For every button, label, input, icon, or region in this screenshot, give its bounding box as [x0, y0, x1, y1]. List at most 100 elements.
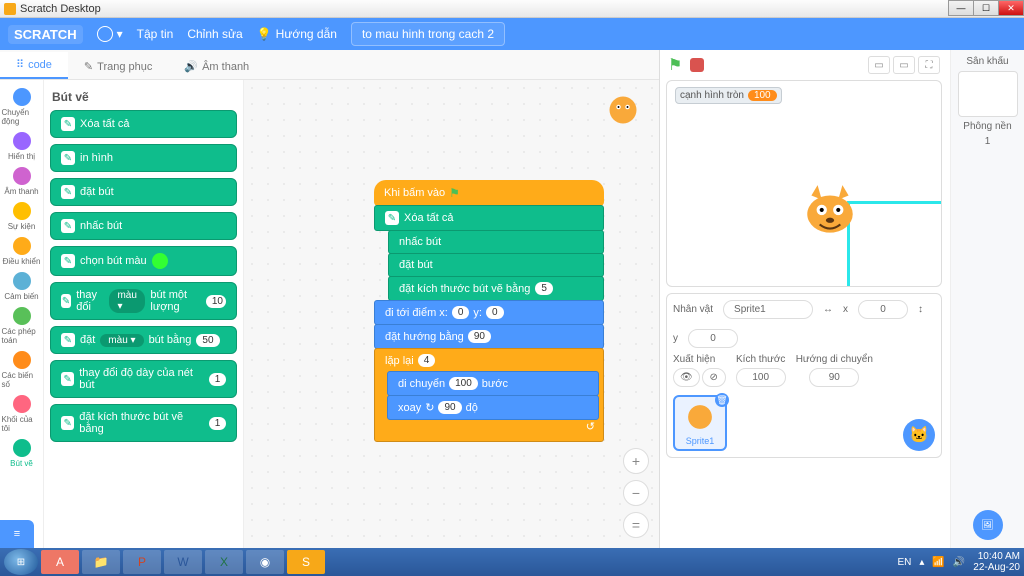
delete-sprite-button[interactable]: 🗑 [715, 393, 729, 407]
taskbar-app[interactable]: A [41, 550, 79, 574]
tab-code[interactable]: ⠿code [0, 52, 68, 79]
category-Âm thanh[interactable]: Âm thanh [2, 165, 42, 198]
stop-button[interactable] [690, 58, 704, 72]
block-change-pen-color[interactable]: thay đổimàu ▾bút một lượng10 [50, 282, 237, 320]
steps-input[interactable]: 100 [449, 377, 478, 390]
direction-label: Hướng di chuyển [796, 354, 873, 365]
zoom-in-button[interactable]: + [623, 448, 649, 474]
script-goto-xy[interactable]: đi tới điểm x:0y:0 [374, 300, 604, 325]
block-set-pen-param[interactable]: đặtmàu ▾bút bằng50 [50, 326, 237, 354]
tab-sounds[interactable]: 🔊Âm thanh [168, 54, 265, 79]
tray-flag-icon[interactable]: ▴ [919, 557, 924, 568]
backdrops-label: Phông nền [963, 121, 1011, 132]
sprite-direction-field[interactable]: 90 [809, 368, 859, 387]
category-Chuyển động[interactable]: Chuyển động [2, 86, 42, 128]
file-menu[interactable]: Tập tin [137, 27, 174, 41]
script-repeat[interactable]: lặp lại4 di chuyển100bước xoay↻90độ ↺ [374, 348, 604, 442]
sprite-thumbnail[interactable]: 🗑 Sprite1 [673, 395, 727, 451]
taskbar-chrome[interactable]: ◉ [246, 550, 284, 574]
small-stage-button[interactable]: ▭ [868, 56, 890, 74]
fullscreen-button[interactable]: ⛶ [918, 56, 940, 74]
script-pen-down[interactable]: đặt bút [388, 253, 604, 277]
taskbar-powerpoint[interactable]: P [123, 550, 161, 574]
sprite-name-field[interactable]: Sprite1 [723, 300, 813, 319]
category-Sự kiện[interactable]: Sự kiện [2, 200, 42, 233]
block-stamp[interactable]: in hình [50, 144, 237, 172]
taskbar-scratch[interactable]: S [287, 550, 325, 574]
degrees-input[interactable]: 90 [438, 401, 461, 414]
block-set-pen-color[interactable]: chọn bút màu [50, 246, 237, 276]
close-button[interactable]: ✕ [998, 0, 1024, 16]
block-pen-up[interactable]: nhấc bút [50, 212, 237, 240]
script-canvas[interactable]: Khi bấm vào⚑ Xóa tất cả nhấc bút đặt bút… [244, 80, 659, 548]
category-Các biến số[interactable]: Các biến số [2, 349, 42, 391]
minimize-button[interactable]: — [948, 0, 974, 16]
color-swatch[interactable] [152, 253, 168, 269]
add-backdrop-button[interactable]: 🖼 [973, 510, 1003, 540]
direction-input[interactable]: 90 [468, 330, 491, 343]
block-categories: Chuyển độngHiển thịÂm thanhSự kiệnĐiều k… [0, 80, 44, 548]
category-Khối của tôi[interactable]: Khối của tôi [2, 393, 42, 435]
script-erase-all[interactable]: Xóa tất cả [374, 205, 604, 231]
x-input[interactable]: 0 [452, 306, 470, 319]
category-dot [13, 439, 31, 457]
tray-network-icon[interactable]: 📶 [932, 557, 944, 568]
category-Hiển thị[interactable]: Hiển thị [2, 130, 42, 163]
language-menu[interactable]: ▾ [97, 26, 123, 42]
project-name-field[interactable]: to mau hinh trong cach 2 [351, 22, 505, 46]
color-dropdown[interactable]: màu ▾ [109, 289, 145, 313]
taskbar-explorer[interactable]: 📁 [82, 550, 120, 574]
color-dropdown[interactable]: màu ▾ [100, 334, 143, 347]
value-input[interactable]: 1 [209, 417, 226, 430]
value-input[interactable]: 50 [196, 334, 219, 347]
system-clock[interactable]: 10:40 AM 22-Aug-20 [973, 551, 1020, 573]
large-stage-button[interactable]: ▭ [893, 56, 915, 74]
block-pen-down[interactable]: đặt bút [50, 178, 237, 206]
backdrop-thumbnail[interactable] [958, 71, 1018, 117]
zoom-out-button[interactable]: − [623, 480, 649, 506]
category-Các phép toán[interactable]: Các phép toán [2, 305, 42, 347]
tutorials-menu[interactable]: 💡 Hướng dẫn [257, 27, 337, 41]
hide-button[interactable]: ⊘ [702, 368, 726, 387]
sprite-cat[interactable] [799, 181, 861, 243]
script-point-direction[interactable]: đặt hướng bằng90 [374, 324, 604, 349]
hat-when-flag-clicked[interactable]: Khi bấm vào⚑ [374, 180, 604, 206]
tab-costumes[interactable]: ✎Trang phục [68, 54, 168, 79]
block-change-pen-size[interactable]: thay đổi độ dày của nét bút1 [50, 360, 237, 398]
repeat-count-input[interactable]: 4 [418, 354, 436, 367]
script-turn[interactable]: xoay↻90độ [387, 395, 599, 420]
tray-sound-icon[interactable]: 🔊 [953, 557, 965, 568]
category-Bút vẽ[interactable]: Bút vẽ [2, 437, 42, 470]
taskbar-excel[interactable]: X [205, 550, 243, 574]
maximize-button[interactable]: ☐ [973, 0, 999, 16]
category-Điều khiển[interactable]: Điều khiển [2, 235, 42, 268]
value-input[interactable]: 1 [209, 373, 226, 386]
value-input[interactable]: 10 [206, 295, 226, 308]
category-dot [13, 88, 31, 106]
script-pen-up[interactable]: nhấc bút [388, 230, 604, 254]
category-Cảm biến[interactable]: Cảm biến [2, 270, 42, 303]
value-input[interactable]: 5 [535, 282, 553, 295]
block-set-pen-size[interactable]: đặt kích thước bút vẽ bằng1 [50, 404, 237, 442]
y-input[interactable]: 0 [486, 306, 504, 319]
tutorials-label: Hướng dẫn [276, 27, 337, 41]
start-button[interactable]: ⊞ [4, 549, 38, 575]
add-sprite-button[interactable]: 🐱 [903, 419, 935, 451]
pen-icon [61, 185, 75, 199]
language-indicator[interactable]: EN [897, 557, 911, 568]
script-move-steps[interactable]: di chuyển100bước [387, 371, 599, 396]
show-button[interactable]: 👁 [673, 368, 700, 387]
block-erase-all[interactable]: Xóa tất cả [50, 110, 237, 138]
green-flag-button[interactable]: ⚑ [668, 55, 682, 75]
backpack-button[interactable]: ≡ [0, 520, 34, 548]
sprite-x-field[interactable]: 0 [858, 300, 908, 319]
sprite-y-field[interactable]: 0 [688, 329, 738, 348]
taskbar-word[interactable]: W [164, 550, 202, 574]
zoom-reset-button[interactable]: = [623, 512, 649, 538]
sprite-size-field[interactable]: 100 [736, 368, 786, 387]
script-stack[interactable]: Khi bấm vào⚑ Xóa tất cả nhấc bút đặt bút… [374, 180, 604, 442]
stage[interactable]: cạnh hình tròn 100 [666, 80, 942, 287]
variable-monitor[interactable]: cạnh hình tròn 100 [675, 87, 782, 104]
edit-menu[interactable]: Chỉnh sửa [187, 27, 242, 41]
script-set-pen-size[interactable]: đặt kích thước bút vẽ bằng5 [388, 276, 604, 301]
